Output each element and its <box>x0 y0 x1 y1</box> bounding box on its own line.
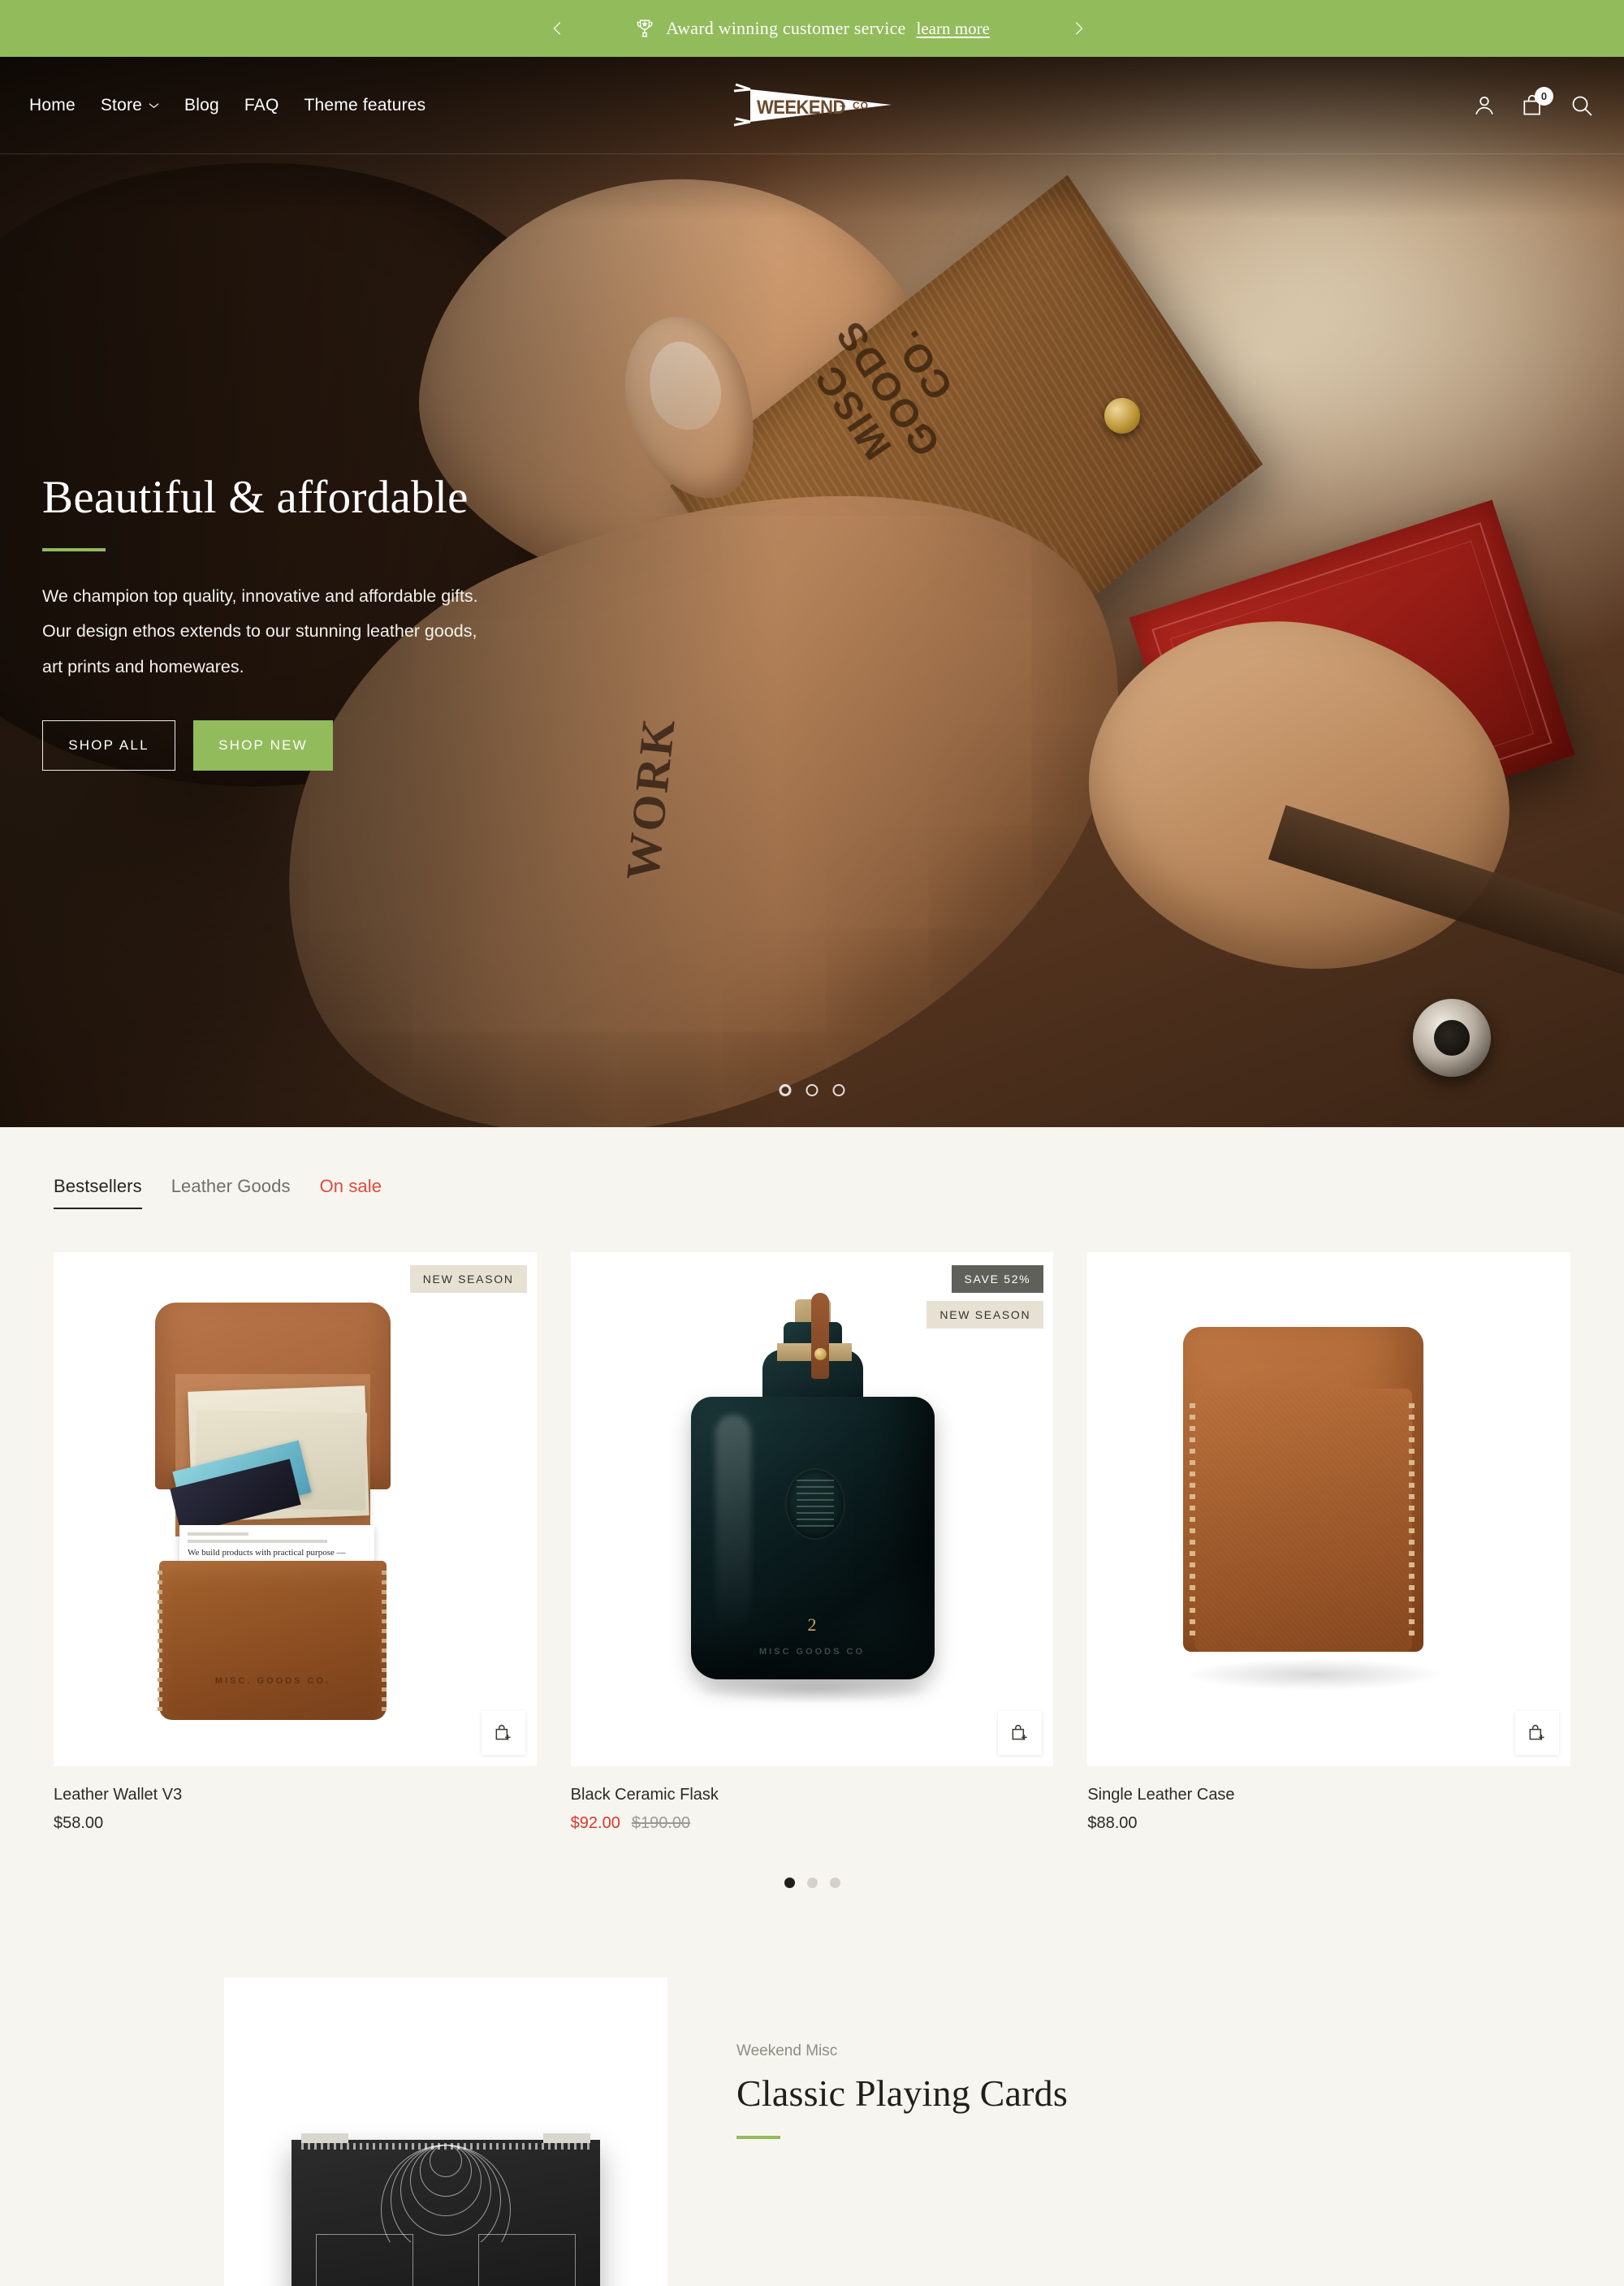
ceramic-flask-artwork: 2 MISC GOODS CO <box>571 1252 1054 1766</box>
site-logo[interactable]: WEEKEND + CO <box>732 81 892 130</box>
product-card[interactable]: 2 MISC GOODS CO SAVE 52% NEW SEASON Blac… <box>570 1252 1054 1833</box>
announcement-bar: Award winning customer service learn mor… <box>0 0 1624 57</box>
nav-label: FAQ <box>244 95 279 115</box>
product-price: $58.00 <box>54 1814 537 1833</box>
product-title[interactable]: Leather Wallet V3 <box>54 1786 537 1804</box>
product-badges: NEW SEASON <box>409 1265 527 1293</box>
main-navigation: Home Store Blog FAQ Theme features <box>29 96 425 115</box>
product-image[interactable]: 2 MISC GOODS CO SAVE 52% NEW SEASON <box>570 1252 1054 1766</box>
product-dot-2[interactable] <box>806 1878 818 1888</box>
playing-cards-box-artwork <box>292 2133 600 2286</box>
product-carousel-dots <box>54 1878 1570 1888</box>
product-dot-1[interactable] <box>784 1878 795 1888</box>
product-image[interactable]: We build products with practical purpose… <box>54 1252 537 1766</box>
price-current: $92.00 <box>570 1814 620 1832</box>
badge-save-percent: SAVE 52% <box>951 1265 1044 1293</box>
product-price: $88.00 <box>1087 1814 1570 1833</box>
product-card[interactable]: Single Leather Case $88.00 <box>1087 1252 1570 1833</box>
chevron-down-icon <box>149 102 159 109</box>
tab-leather-goods[interactable]: Leather Goods <box>171 1176 291 1209</box>
hero-paragraph: We champion top quality, innovative and … <box>42 586 478 676</box>
nav-item-theme-features[interactable]: Theme features <box>304 96 426 115</box>
search-icon[interactable] <box>1569 93 1595 119</box>
price-compare: $190.00 <box>631 1814 691 1832</box>
hero-section: MISC GOODS CO. WORK Home Store <box>0 57 1624 1127</box>
product-collection-section: Bestsellers Leather Goods On sale We bui… <box>0 1127 1624 2286</box>
cart-icon[interactable]: 0 <box>1520 86 1553 119</box>
announcement-learn-more-link[interactable]: learn more <box>917 19 990 39</box>
quick-add-button[interactable] <box>1515 1711 1559 1755</box>
announcement-next-arrow[interactable] <box>1065 15 1092 42</box>
nav-label: Blog <box>184 95 219 115</box>
featured-vendor: Weekend Misc <box>736 2042 838 2059</box>
featured-title[interactable]: Classic Playing Cards <box>736 2072 1570 2115</box>
cart-count-badge: 0 <box>1535 86 1553 106</box>
nav-label: Theme features <box>304 95 426 115</box>
nav-item-faq[interactable]: FAQ <box>244 96 279 115</box>
hero-carousel-dots <box>779 1084 845 1096</box>
hero-content: Beautiful & affordable We champion top q… <box>42 471 562 771</box>
pennant-logo-icon: WEEKEND + CO <box>733 83 892 126</box>
bag-plus-icon <box>1012 1725 1027 1740</box>
featured-accent-rule <box>736 2136 780 2139</box>
leather-wallet-artwork: We build products with practical purpose… <box>54 1252 537 1766</box>
price-current: $58.00 <box>54 1814 104 1832</box>
shop-all-button[interactable]: SHOP ALL <box>42 720 175 771</box>
hero-dot-3[interactable] <box>832 1084 845 1096</box>
nav-item-home[interactable]: Home <box>29 96 76 115</box>
leather-case-artwork <box>1087 1252 1570 1766</box>
announcement-text: Award winning customer service <box>666 18 906 38</box>
hero-button-group: SHOP ALL SHOP NEW <box>42 720 562 771</box>
shop-new-button[interactable]: SHOP NEW <box>193 720 333 771</box>
product-badges: SAVE 52% NEW SEASON <box>926 1265 1044 1329</box>
product-dot-3[interactable] <box>829 1878 840 1888</box>
featured-product-image[interactable] <box>224 1977 667 2286</box>
nav-item-blog[interactable]: Blog <box>184 96 219 115</box>
bag-plus-icon <box>495 1725 511 1740</box>
tab-bestsellers[interactable]: Bestsellers <box>54 1176 142 1209</box>
hero-accent-rule <box>42 548 106 551</box>
account-icon[interactable] <box>1471 93 1497 119</box>
site-header: Home Store Blog FAQ Theme features WEEKE… <box>0 57 1624 154</box>
header-icon-group: 0 <box>1471 86 1595 119</box>
price-current: $88.00 <box>1087 1814 1138 1832</box>
product-grid: We build products with practical purpose… <box>54 1252 1570 1833</box>
product-card[interactable]: We build products with practical purpose… <box>54 1252 537 1833</box>
trophy-icon <box>634 18 655 39</box>
bag-plus-icon <box>1529 1725 1544 1740</box>
flask-number: 2 <box>807 1614 817 1635</box>
hero-dot-1[interactable] <box>779 1084 792 1096</box>
quick-add-button[interactable] <box>481 1711 525 1755</box>
product-title[interactable]: Black Ceramic Flask <box>571 1786 1054 1804</box>
svg-text:CO: CO <box>853 100 869 111</box>
product-image[interactable] <box>1087 1252 1570 1766</box>
badge-new-season: NEW SEASON <box>409 1265 527 1293</box>
nav-label: Home <box>29 95 76 115</box>
announcement-prev-arrow[interactable] <box>544 15 572 42</box>
quick-add-button[interactable] <box>998 1711 1043 1755</box>
featured-product-section: Weekend Misc Classic Playing Cards <box>54 1977 1570 2286</box>
svg-text:+: + <box>840 100 846 112</box>
svg-text:WEEKEND: WEEKEND <box>757 96 845 118</box>
collection-tabs: Bestsellers Leather Goods On sale <box>54 1176 1570 1209</box>
featured-product-info: Weekend Misc Classic Playing Cards <box>667 1977 1570 2286</box>
product-price: $92.00 $190.00 <box>571 1814 1054 1833</box>
badge-new-season: NEW SEASON <box>926 1301 1044 1329</box>
hero-dot-2[interactable] <box>806 1084 818 1096</box>
wallet-stamp-text: MISC. GOODS CO. <box>214 1676 331 1686</box>
flask-foot-text: MISC GOODS CO <box>758 1647 866 1657</box>
product-title[interactable]: Single Leather Case <box>1087 1786 1570 1804</box>
nav-label: Store <box>100 95 143 115</box>
nav-item-store[interactable]: Store <box>101 96 159 115</box>
tab-on-sale[interactable]: On sale <box>320 1176 382 1209</box>
hero-title: Beautiful & affordable <box>42 472 469 523</box>
